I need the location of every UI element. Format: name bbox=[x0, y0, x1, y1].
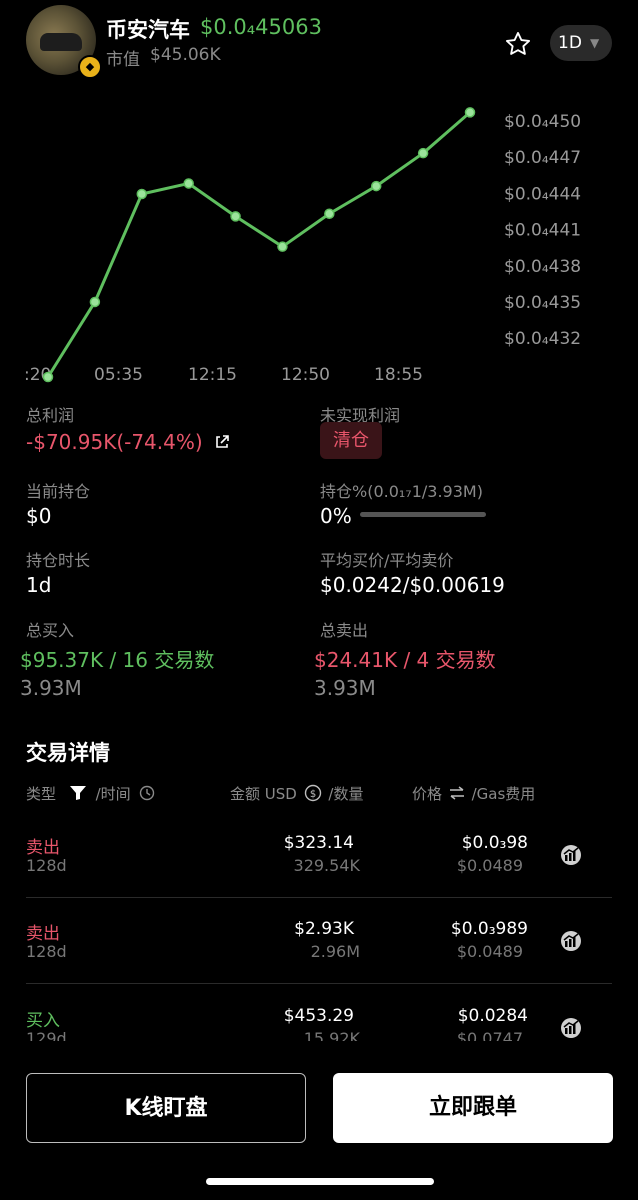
y-tick-label: $0.0₄441 bbox=[504, 221, 581, 241]
currency-switch-icon[interactable]: $ bbox=[304, 784, 322, 802]
price-point[interactable] bbox=[370, 180, 382, 192]
trade-row[interactable]: 卖出 128d $323.14 329.54K $0.0₃98 $0.0489 bbox=[0, 828, 638, 888]
trade-type: 卖出 bbox=[26, 838, 60, 858]
hold-duration-value: 1d bbox=[26, 573, 52, 597]
col-price-label: 价格 bbox=[412, 785, 443, 803]
trade-age: 129d bbox=[26, 1029, 67, 1041]
trade-price: $0.0₃98 bbox=[461, 833, 528, 853]
trade-price: $0.0284 bbox=[457, 1006, 528, 1026]
row-divider bbox=[26, 983, 612, 984]
total-sell-value: $24.41K / 4 交易数 bbox=[314, 648, 496, 672]
clear-position-button[interactable]: 清仓 bbox=[320, 422, 382, 459]
x-tick-label: 12:15 bbox=[188, 365, 237, 385]
position-pct-value: 0% bbox=[320, 504, 352, 528]
chevron-down-icon: ▼ bbox=[590, 36, 600, 50]
trade-amount: $323.14 bbox=[283, 833, 354, 853]
coin-name: 币安汽车 bbox=[106, 18, 190, 42]
interval-label: 1D bbox=[558, 33, 582, 53]
trade-amount: $453.29 bbox=[283, 1006, 354, 1026]
position-progress-bar bbox=[360, 512, 486, 517]
current-position-value: $0 bbox=[26, 504, 52, 528]
trade-type: 买入 bbox=[26, 1011, 60, 1031]
total-buy-value: $95.37K / 16 交易数 bbox=[20, 648, 215, 672]
col-amount-label: 金额 USD bbox=[230, 785, 297, 803]
col-qty-label: /数量 bbox=[328, 785, 364, 803]
trade-chart-icon[interactable] bbox=[560, 1017, 582, 1039]
current-position-label: 当前持仓 bbox=[26, 482, 91, 501]
trade-qty: 329.54K bbox=[293, 856, 360, 875]
price-point[interactable] bbox=[89, 296, 101, 308]
clock-icon[interactable] bbox=[139, 785, 155, 801]
binance-badge-icon: ◆ bbox=[78, 55, 102, 79]
total-buy-qty: 3.93M bbox=[20, 676, 82, 700]
y-tick-label: $0.0₄450 bbox=[504, 112, 581, 132]
coin-price: $0.0₄45063 bbox=[200, 15, 322, 39]
trade-row[interactable]: 卖出 128d $2.93K 2.96M $0.0₃989 $0.0489 bbox=[0, 914, 638, 974]
total-sell-qty: 3.93M bbox=[314, 676, 376, 700]
details-title: 交易详情 bbox=[26, 741, 110, 765]
interval-selector[interactable]: 1D ▼ bbox=[550, 25, 612, 61]
trade-chart-icon[interactable] bbox=[560, 844, 582, 866]
total-profit-label: 总利润 bbox=[26, 406, 75, 425]
home-indicator[interactable] bbox=[206, 1178, 434, 1185]
price-point[interactable] bbox=[42, 371, 54, 383]
external-link-icon[interactable] bbox=[214, 434, 230, 450]
trade-type: 卖出 bbox=[26, 924, 60, 944]
svg-text:$: $ bbox=[309, 789, 315, 800]
hold-duration-label: 持仓时长 bbox=[26, 551, 91, 570]
price-line bbox=[46, 111, 471, 378]
col-time-label: /时间 bbox=[95, 785, 131, 803]
trade-chart-icon[interactable] bbox=[560, 930, 582, 952]
market-cap-value: $45.06K bbox=[150, 45, 221, 65]
y-tick-label: $0.0₄438 bbox=[504, 257, 581, 277]
total-buy-label: 总买入 bbox=[26, 621, 75, 640]
price-point[interactable] bbox=[230, 211, 241, 222]
trade-qty: 2.96M bbox=[310, 942, 360, 961]
total-profit-value: -$70.95K(-74.4%) bbox=[26, 430, 203, 454]
avg-price-label: 平均买价/平均卖价 bbox=[320, 551, 454, 570]
price-point[interactable] bbox=[183, 178, 194, 189]
trade-amount: $2.93K bbox=[294, 919, 354, 939]
total-sell-label: 总卖出 bbox=[320, 621, 369, 640]
trade-age: 128d bbox=[26, 942, 67, 961]
filter-icon[interactable] bbox=[69, 785, 87, 801]
trade-age: 128d bbox=[26, 856, 67, 875]
trade-gas: $0.0489 bbox=[456, 942, 523, 961]
position-pct-label: 持仓%(0.0₁₇1/3.93M) bbox=[320, 482, 483, 501]
avg-price-value: $0.0242/$0.00619 bbox=[320, 573, 505, 597]
price-chart: $0.0₄450 $0.0₄447 $0.0₄444 $0.0₄441 $0.0₄438… bbox=[24, 107, 581, 385]
star-icon[interactable] bbox=[504, 30, 532, 58]
total-profit-row: -$70.95K(-74.4%) bbox=[26, 430, 230, 454]
market-cap-label: 市值 bbox=[106, 50, 140, 70]
trade-gas: $0.0747 bbox=[456, 1029, 523, 1041]
trade-gas: $0.0489 bbox=[456, 856, 523, 875]
y-tick-label: $0.0₄432 bbox=[504, 329, 581, 349]
x-tick-label: 18:55 bbox=[374, 365, 423, 385]
copy-trade-button[interactable]: 立即跟单 bbox=[333, 1073, 613, 1143]
trade-row[interactable]: 买入 129d $453.29 15.92K $0.0284 $0.0747 bbox=[0, 1001, 638, 1041]
swap-icon[interactable] bbox=[448, 786, 466, 800]
row-divider bbox=[26, 897, 612, 898]
y-tick-label: $0.0₄435 bbox=[504, 293, 581, 313]
trade-qty: 15.92K bbox=[303, 1029, 360, 1041]
trade-price: $0.0₃989 bbox=[450, 919, 528, 939]
price-point[interactable] bbox=[324, 208, 335, 219]
col-type-label: 类型 bbox=[26, 785, 57, 803]
col-price-header: 价格 /Gas费用 bbox=[412, 783, 535, 804]
price-point[interactable] bbox=[417, 147, 429, 159]
col-amount-header: 金额 USD $ /数量 bbox=[230, 783, 363, 804]
price-point[interactable] bbox=[136, 188, 148, 200]
price-point[interactable] bbox=[464, 107, 476, 118]
price-point[interactable] bbox=[277, 241, 288, 252]
col-gas-label: /Gas费用 bbox=[471, 785, 536, 803]
y-tick-label: $0.0₄444 bbox=[504, 184, 581, 204]
col-type-header: 类型 /时间 bbox=[26, 783, 155, 804]
x-tick-label: 12:50 bbox=[281, 365, 330, 385]
kline-watch-button[interactable]: K线盯盘 bbox=[26, 1073, 306, 1143]
y-tick-label: $0.0₄447 bbox=[504, 148, 581, 168]
x-tick-label: 05:35 bbox=[94, 365, 143, 385]
